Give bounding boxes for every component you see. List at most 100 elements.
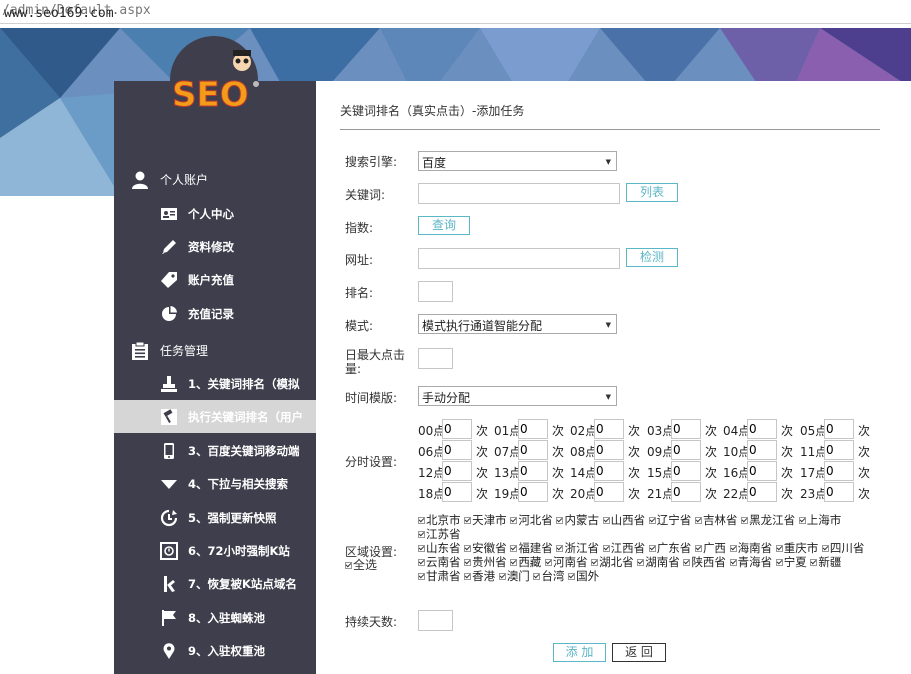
region-checkbox[interactable]: 台湾	[533, 569, 564, 583]
address-bar[interactable]: www.seo169.com/admin/Default.aspx	[0, 0, 911, 24]
hour-input[interactable]	[594, 440, 624, 460]
daily-max-input[interactable]	[418, 348, 453, 369]
sidebar-item-recharge[interactable]: 账户充值	[114, 263, 316, 296]
hour-input[interactable]	[747, 440, 777, 460]
region-checkbox[interactable]: 福建省	[510, 541, 553, 555]
sidebar-item-baidu-mobile[interactable]: 3、百度关键词移动端	[114, 434, 316, 467]
days-input[interactable]	[418, 610, 453, 631]
mode-select[interactable]: 模式执行通道智能分配 ▼	[418, 314, 617, 334]
region-checkbox[interactable]: 海南省	[729, 541, 772, 555]
region-checkbox[interactable]: 甘肃省	[418, 569, 461, 583]
sidebar-item-dropdown-search[interactable]: 4、下拉与相关搜索	[114, 467, 316, 500]
sidebar-item-edit-profile[interactable]: 资料修改	[114, 230, 316, 263]
region-checkbox[interactable]: 国外	[568, 569, 599, 583]
hour-input[interactable]	[824, 461, 854, 481]
mode-label: 模式:	[345, 319, 374, 333]
hour-input[interactable]	[747, 419, 777, 439]
region-checkbox[interactable]: 陕西省	[683, 555, 726, 569]
hour-unit: 次	[476, 424, 489, 438]
hour-input[interactable]	[671, 482, 701, 502]
region-checkbox[interactable]: 广西	[694, 541, 726, 555]
region-checkbox[interactable]: 江苏省	[418, 527, 461, 541]
url-input[interactable]	[418, 248, 620, 269]
sidebar-item-label: 3、百度关键词移动端	[188, 444, 300, 458]
hour-input[interactable]	[442, 461, 472, 481]
region-checkbox[interactable]: 青海省	[729, 555, 772, 569]
checkbox-icon	[729, 545, 737, 552]
hour-input[interactable]	[747, 461, 777, 481]
sidebar-item-72h-k[interactable]: 6、72小时强制K站	[114, 534, 316, 567]
hour-input[interactable]	[747, 482, 777, 502]
k-icon	[164, 576, 175, 592]
region-checkbox[interactable]: 河南省	[544, 555, 587, 569]
time-template-select[interactable]: 手动分配 ▼	[418, 386, 617, 406]
select-all-checkbox[interactable]: 全选	[345, 556, 377, 573]
region-checkbox[interactable]: 新疆	[810, 555, 841, 569]
region-checkbox[interactable]: 澳门	[498, 569, 530, 583]
rank-input[interactable]	[418, 281, 453, 302]
region-checkbox[interactable]: 湖南省	[637, 555, 680, 569]
hour-input[interactable]	[594, 461, 624, 481]
region-checkbox[interactable]: 香港	[464, 569, 495, 583]
index-query-button[interactable]: 查询	[418, 216, 470, 235]
sidebar-item-restore-domain[interactable]: 7、恢复被K站点域名	[114, 567, 316, 600]
region-checkbox[interactable]: 河北省	[510, 513, 553, 527]
sidebar-item-personal-center[interactable]: 个人中心	[114, 197, 316, 230]
days-label: 持续天数:	[345, 615, 398, 629]
region-checkbox[interactable]: 上海市	[798, 513, 841, 527]
sidebar-item-recharge-history[interactable]: 充值记录	[114, 297, 316, 330]
hour-input[interactable]	[442, 419, 472, 439]
sidebar-item-label: 4、下拉与相关搜索	[188, 477, 289, 491]
hour-input[interactable]	[518, 419, 548, 439]
region-label: 香港	[472, 569, 496, 583]
hour-input[interactable]	[518, 482, 548, 502]
region-checkbox[interactable]: 山西省	[602, 513, 645, 527]
region-checkbox[interactable]: 天津市	[464, 513, 507, 527]
region-checkbox[interactable]: 安徽省	[464, 541, 507, 555]
sidebar-item-update-snapshot[interactable]: 5、强制更新快照	[114, 501, 316, 534]
hour-input[interactable]	[442, 440, 472, 460]
sidebar-item-keyword-rank-sim[interactable]: 1、关键词排名（模拟	[114, 367, 316, 400]
region-checkbox[interactable]: 内蒙古	[556, 513, 599, 527]
region-checkbox[interactable]: 西藏	[510, 555, 541, 569]
hour-input[interactable]	[671, 440, 701, 460]
region-checkbox[interactable]: 北京市	[418, 513, 461, 527]
sidebar-item-weight-pool[interactable]: 9、入驻权重池	[114, 634, 316, 667]
hour-unit: 次	[858, 445, 871, 459]
hour-input[interactable]	[518, 440, 548, 460]
keyword-list-button[interactable]: 列表	[626, 183, 678, 202]
hour-input[interactable]	[824, 440, 854, 460]
hour-input[interactable]	[824, 482, 854, 502]
hour-input[interactable]	[594, 482, 624, 502]
hour-input[interactable]	[518, 461, 548, 481]
hour-input[interactable]	[824, 419, 854, 439]
hour-input[interactable]	[442, 482, 472, 502]
hour-input[interactable]	[671, 419, 701, 439]
user-icon	[132, 171, 148, 189]
nav-group-account[interactable]: 个人账户	[114, 162, 316, 196]
region-checkbox[interactable]: 云南省	[418, 555, 461, 569]
region-checkbox[interactable]: 山东省	[418, 541, 461, 555]
region-checkbox[interactable]: 黑龙江省	[741, 513, 795, 527]
hour-input[interactable]	[671, 461, 701, 481]
back-button[interactable]: 返 回	[612, 643, 666, 662]
region-checkbox[interactable]: 四川省	[821, 541, 864, 555]
region-checkbox[interactable]: 宁夏	[775, 555, 807, 569]
region-checkbox[interactable]: 吉林省	[694, 513, 737, 527]
sidebar-item-keyword-rank-user[interactable]: 执行关键词排名（用户	[114, 400, 316, 433]
region-checkbox[interactable]: 浙江省	[556, 541, 599, 555]
keyword-input[interactable]	[418, 183, 620, 204]
region-checkbox[interactable]: 江西省	[602, 541, 645, 555]
sidebar-item-spider-pool[interactable]: 8、入驻蜘蛛池	[114, 601, 316, 634]
region-checkbox[interactable]: 重庆市	[775, 541, 818, 555]
region-checkbox[interactable]: 辽宁省	[648, 513, 691, 527]
add-button[interactable]: 添 加	[553, 643, 606, 662]
nav-group-tasks[interactable]: 任务管理	[114, 333, 316, 367]
url-check-button[interactable]: 检测	[626, 248, 678, 267]
engine-select[interactable]: 百度 ▼	[418, 151, 617, 171]
region-checkbox[interactable]: 湖北省	[591, 555, 634, 569]
region-checkbox[interactable]: 广东省	[648, 541, 691, 555]
region-checkbox[interactable]: 贵州省	[464, 555, 507, 569]
hour-input[interactable]	[594, 419, 624, 439]
hour-unit: 次	[705, 487, 718, 501]
